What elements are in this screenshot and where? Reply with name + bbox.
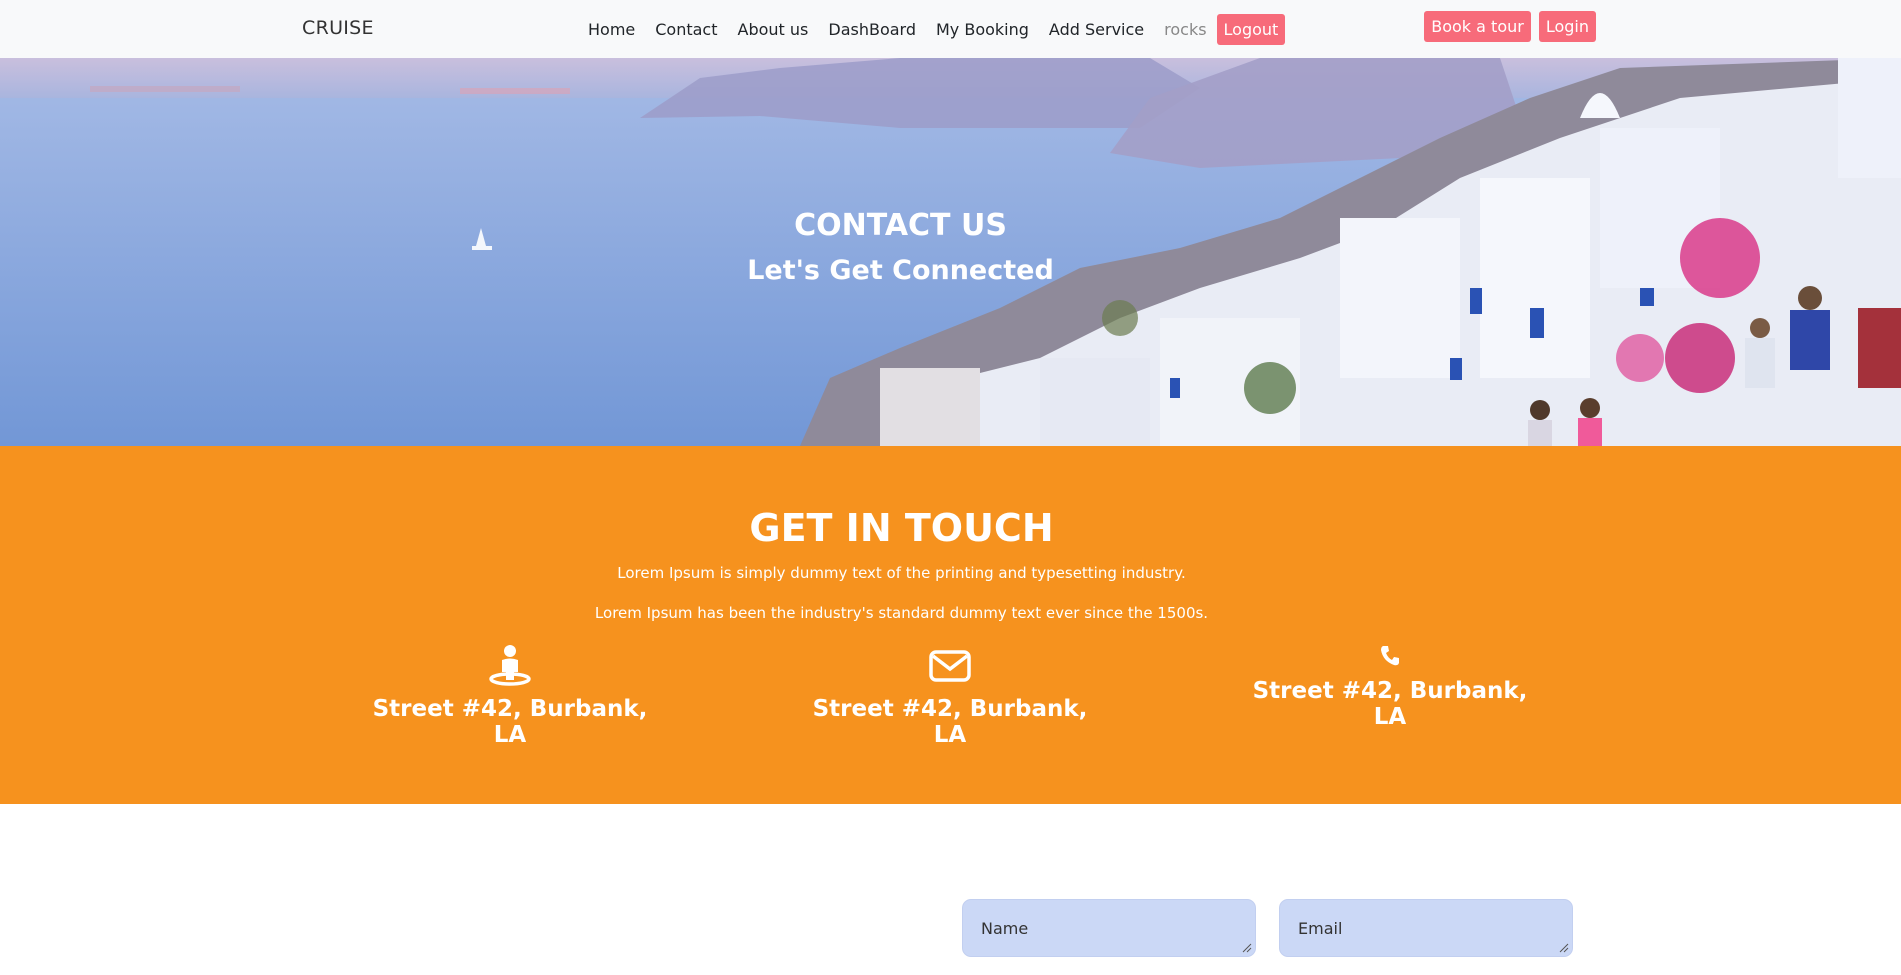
hero-title: CONTACT US bbox=[794, 208, 1007, 243]
info-email-label: Street #42, Burbank, LA bbox=[812, 696, 1088, 748]
nav-links: Home Contact About us DashBoard My Booki… bbox=[588, 0, 1286, 58]
login-button[interactable]: Login bbox=[1538, 11, 1596, 42]
resize-grip-icon[interactable] bbox=[1242, 943, 1252, 953]
hero-background-image bbox=[0, 58, 1901, 446]
brand-logo[interactable]: CRUISE bbox=[302, 17, 374, 39]
phone-icon bbox=[1381, 646, 1399, 666]
info-item-phone: Street #42, Burbank, LA bbox=[1240, 644, 1540, 730]
envelope-icon bbox=[929, 650, 971, 682]
email-placeholder: Email bbox=[1298, 918, 1343, 938]
username-label: rocks bbox=[1164, 19, 1207, 39]
nav-link-add-service[interactable]: Add Service bbox=[1049, 20, 1144, 39]
nav-link-my-booking[interactable]: My Booking bbox=[936, 20, 1029, 39]
nav-link-home[interactable]: Home bbox=[588, 20, 635, 39]
location-person-icon bbox=[489, 645, 531, 686]
info-address-label: Street #42, Burbank, LA bbox=[372, 696, 648, 748]
get-in-touch-text-2: Lorem Ipsum has been the industry's stan… bbox=[594, 604, 1209, 622]
book-tour-button[interactable]: Book a tour bbox=[1424, 11, 1531, 42]
logout-button[interactable]: Logout bbox=[1216, 13, 1286, 45]
info-item-address: Street #42, Burbank, LA bbox=[360, 644, 660, 748]
get-in-touch-text-1: Lorem Ipsum is simply dummy text of the … bbox=[617, 564, 1186, 582]
navbar: CRUISE Home Contact About us DashBoard M… bbox=[0, 0, 1901, 58]
hero-banner: CONTACT US Let's Get Connected bbox=[0, 58, 1901, 446]
nav-link-dashboard[interactable]: DashBoard bbox=[828, 20, 916, 39]
resize-grip-icon[interactable] bbox=[1559, 943, 1569, 953]
get-in-touch-section: GET IN TOUCH Lorem Ipsum is simply dummy… bbox=[0, 446, 1901, 804]
info-item-email: Street #42, Burbank, LA bbox=[800, 644, 1100, 748]
nav-link-contact[interactable]: Contact bbox=[655, 20, 717, 39]
info-phone-label: Street #42, Burbank, LA bbox=[1252, 678, 1528, 730]
name-field[interactable]: Name bbox=[962, 899, 1256, 957]
hero-subtitle: Let's Get Connected bbox=[747, 255, 1054, 286]
name-placeholder: Name bbox=[981, 918, 1029, 938]
get-in-touch-title: GET IN TOUCH bbox=[749, 506, 1054, 550]
nav-actions: Book a tour Login bbox=[1424, 11, 1596, 42]
email-field[interactable]: Email bbox=[1279, 899, 1573, 957]
nav-link-about[interactable]: About us bbox=[738, 20, 809, 39]
